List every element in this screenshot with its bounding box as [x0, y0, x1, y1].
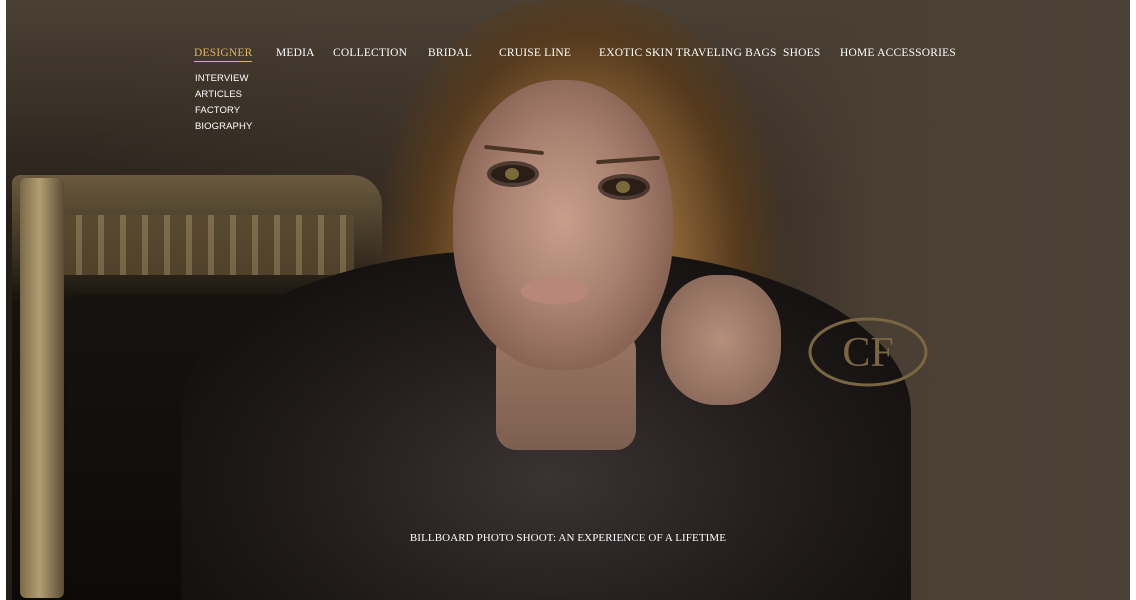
submenu-factory[interactable]: FACTORY	[195, 103, 252, 119]
chair-greek-key-frieze	[54, 215, 354, 275]
cf-logo: CF	[808, 316, 928, 388]
main-nav: DESIGNER MEDIA COLLECTION BRIDAL CRUISE …	[0, 0, 1136, 140]
nav-exotic-skin-traveling-bags[interactable]: EXOTIC SKIN TRAVELING BAGS	[599, 47, 777, 59]
nav-cruise-line[interactable]: CRUISE LINE	[499, 47, 571, 59]
hero-caption[interactable]: BILLBOARD PHOTO SHOOT: AN EXPERIENCE OF …	[0, 532, 1136, 544]
submenu-interview[interactable]: INTERVIEW	[195, 71, 252, 87]
nav-designer[interactable]: DESIGNER	[194, 47, 253, 62]
nav-collection[interactable]: COLLECTION	[333, 47, 407, 59]
nav-media[interactable]: MEDIA	[276, 47, 315, 59]
model-eye-left	[491, 165, 535, 183]
submenu-biography[interactable]: BIOGRAPHY	[195, 119, 252, 135]
nav-home-accessories[interactable]: HOME ACCESSORIES	[840, 47, 956, 59]
model-lips	[521, 278, 589, 304]
nav-shoes[interactable]: SHOES	[783, 47, 820, 59]
model-hand	[661, 275, 781, 405]
cf-logo-letters: CF	[842, 330, 893, 376]
cf-logo-mark: CF	[808, 317, 928, 387]
designer-submenu: INTERVIEW ARTICLES FACTORY BIOGRAPHY	[195, 71, 252, 135]
nav-bridal[interactable]: BRIDAL	[428, 47, 472, 59]
model-eye-right	[602, 178, 646, 196]
submenu-articles[interactable]: ARTICLES	[195, 87, 252, 103]
